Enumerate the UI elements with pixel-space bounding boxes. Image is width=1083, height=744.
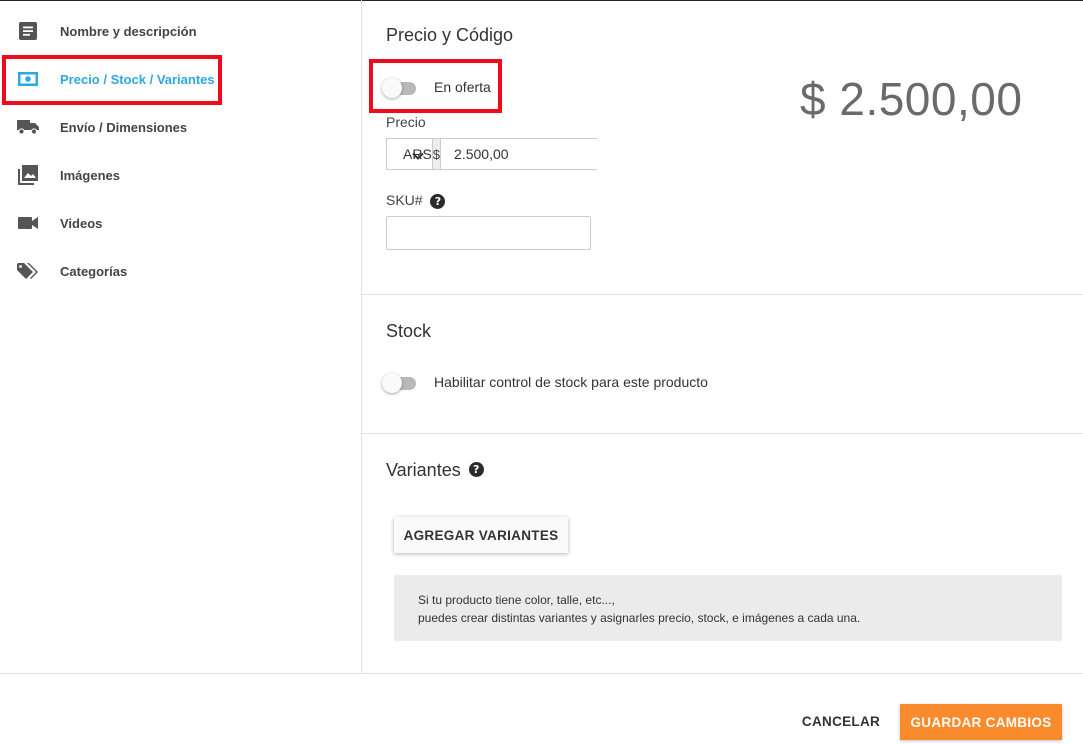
sidebar-item-shipping-dimensions[interactable]: Envío / Dimensiones <box>0 107 361 147</box>
sidebar-item-images[interactable]: Imágenes <box>0 155 361 195</box>
price-input[interactable] <box>441 139 638 169</box>
cancel-button[interactable]: CANCELAR <box>795 704 887 738</box>
main-panel: Precio y Código En oferta Precio ARS $ S… <box>362 0 1083 673</box>
sidebar-item-name-description[interactable]: Nombre y descripción <box>0 11 361 51</box>
sidebar-item-label: Nombre y descripción <box>60 23 197 39</box>
stock-control-label: Habilitar control de stock para este pro… <box>434 374 708 390</box>
info-text-line: Si tu producto tiene color, talle, etc..… <box>418 593 615 607</box>
images-icon <box>17 164 39 186</box>
variants-section-title: Variantes ? <box>386 460 484 481</box>
divider <box>362 433 1083 434</box>
sidebar-item-label: Imágenes <box>60 167 120 183</box>
price-label: Precio <box>386 114 426 130</box>
display-price: $ 2.500,00 <box>800 73 1023 125</box>
help-icon[interactable]: ? <box>468 462 484 478</box>
sidebar-item-label: Videos <box>60 215 103 231</box>
add-variants-button[interactable]: AGREGAR VARIANTES <box>394 517 568 553</box>
save-button[interactable]: GUARDAR CAMBIOS <box>900 704 1062 740</box>
stock-control-toggle[interactable] <box>382 373 416 393</box>
price-section-title: Precio y Código <box>386 25 514 45</box>
currency-symbol: $ <box>432 139 442 169</box>
article-icon <box>17 20 39 42</box>
money-icon <box>17 68 39 90</box>
sidebar-item-price-stock-variants[interactable]: Precio / Stock / Variantes <box>0 59 361 99</box>
tags-icon <box>17 260 39 282</box>
sidebar-item-categories[interactable]: Categorías <box>0 251 361 291</box>
footer-divider <box>0 673 1083 674</box>
info-text-line: puedes crear distintas variantes y asign… <box>418 611 861 625</box>
sidebar-item-label: Precio / Stock / Variantes <box>60 71 215 87</box>
sku-label: SKU# ? <box>386 192 446 209</box>
sidebar-item-label: Envío / Dimensiones <box>60 119 188 135</box>
currency-select[interactable]: ARS <box>387 139 433 169</box>
truck-icon <box>17 116 39 138</box>
sidebar-item-label: Categorías <box>60 263 128 279</box>
divider <box>362 294 1083 295</box>
price-input-group: ARS $ <box>386 138 638 170</box>
on-sale-toggle[interactable] <box>382 78 416 98</box>
help-icon[interactable]: ? <box>430 193 446 209</box>
sku-input[interactable] <box>386 216 591 250</box>
videocam-icon <box>17 212 39 234</box>
stock-section-title: Stock <box>386 321 432 341</box>
chevron-down-icon <box>412 148 424 164</box>
variants-info-box: Si tu producto tiene color, talle, etc..… <box>394 575 1062 641</box>
on-sale-label: En oferta <box>434 79 491 95</box>
sidebar: Nombre y descripción Precio / Stock / Va… <box>0 0 362 673</box>
sidebar-item-videos[interactable]: Videos <box>0 203 361 243</box>
